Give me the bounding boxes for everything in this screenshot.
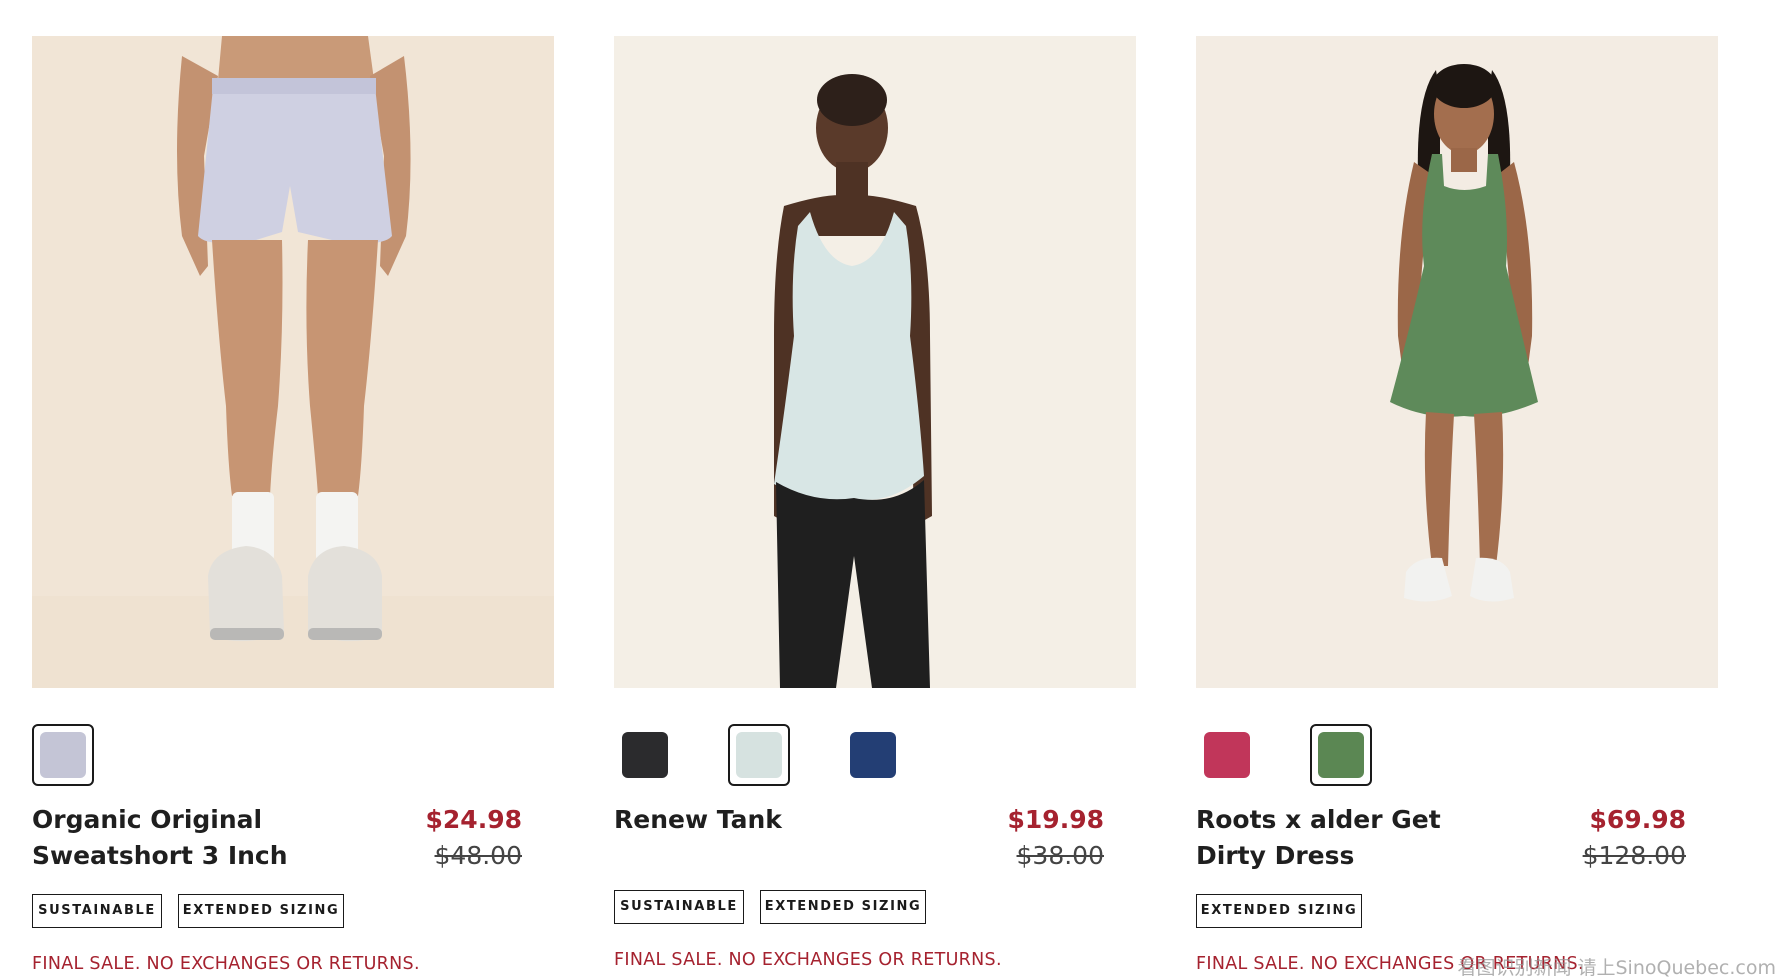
product-photo-shorts — [32, 36, 554, 688]
color-swatch-mint[interactable] — [728, 724, 790, 786]
color-swatch-green[interactable] — [1310, 724, 1372, 786]
product-photo-dress — [1196, 36, 1718, 688]
final-sale-notice: FINAL SALE. NO EXCHANGES OR RETURNS. — [32, 954, 420, 974]
original-price: $38.00 — [1016, 841, 1104, 870]
product-image[interactable] — [32, 36, 554, 688]
badge-sustainable: SUSTAINABLE — [614, 890, 744, 924]
product-card[interactable]: Renew Tank $19.98 $38.00 SUSTAINABLE EXT… — [614, 36, 1136, 970]
price-block: $19.98 $38.00 — [1008, 802, 1104, 874]
badge-sustainable: SUSTAINABLE — [32, 894, 162, 928]
swatch-chip — [1204, 732, 1250, 778]
swatch-chip — [1318, 732, 1364, 778]
color-swatch-navy[interactable] — [842, 724, 904, 786]
price-block: $24.98 $48.00 — [426, 802, 522, 874]
sale-price: $24.98 — [425, 805, 522, 834]
product-grid: Organic Original Sweatshort 3 Inch $24.9… — [0, 0, 1778, 980]
product-name[interactable]: Organic Original Sweatshort 3 Inch — [32, 802, 352, 874]
color-swatch-black[interactable] — [614, 724, 676, 786]
product-card[interactable]: Roots x alder Get Dirty Dress $69.98 $12… — [1196, 36, 1718, 974]
swatch-chip — [850, 732, 896, 778]
swatch-chip — [736, 732, 782, 778]
badge-extended-sizing: EXTENDED SIZING — [1196, 894, 1362, 928]
final-sale-notice: FINAL SALE. NO EXCHANGES OR RETURNS. — [614, 950, 1002, 970]
sale-price: $69.98 — [1589, 805, 1686, 834]
product-image[interactable] — [1196, 36, 1718, 688]
swatch-chip — [622, 732, 668, 778]
swatch-chip — [40, 732, 86, 778]
sale-price: $19.98 — [1007, 805, 1104, 834]
watermark: 看图识别新闻 请上SinoQuebec.com — [1457, 957, 1776, 979]
original-price: $128.00 — [1582, 841, 1686, 870]
badge-extended-sizing: EXTENDED SIZING — [760, 890, 926, 924]
color-swatch-lavender[interactable] — [32, 724, 94, 786]
original-price: $48.00 — [434, 841, 522, 870]
badge-extended-sizing: EXTENDED SIZING — [178, 894, 344, 928]
product-photo-tank — [614, 36, 1136, 688]
price-block: $69.98 $128.00 — [1583, 802, 1686, 874]
product-name[interactable]: Renew Tank — [614, 802, 934, 838]
product-card[interactable]: Organic Original Sweatshort 3 Inch $24.9… — [32, 36, 554, 974]
color-swatch-raspberry[interactable] — [1196, 724, 1258, 786]
product-image[interactable] — [614, 36, 1136, 688]
product-name[interactable]: Roots x alder Get Dirty Dress — [1196, 802, 1516, 874]
